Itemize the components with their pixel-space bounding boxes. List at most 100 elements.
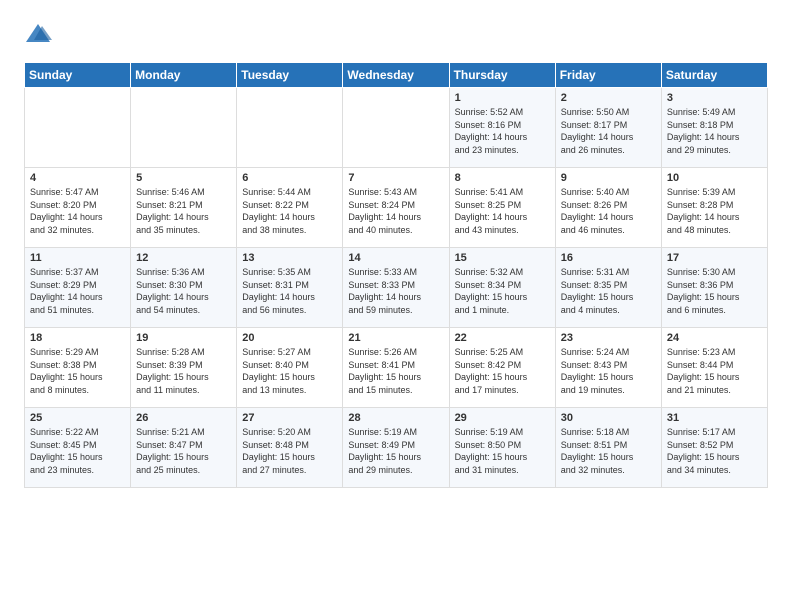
day-number: 8 bbox=[455, 172, 550, 184]
day-info: Sunrise: 5:28 AM Sunset: 8:39 PM Dayligh… bbox=[136, 346, 231, 396]
day-info: Sunrise: 5:39 AM Sunset: 8:28 PM Dayligh… bbox=[667, 186, 762, 236]
weekday-header-friday: Friday bbox=[555, 63, 661, 88]
day-info: Sunrise: 5:37 AM Sunset: 8:29 PM Dayligh… bbox=[30, 266, 125, 316]
weekday-header-monday: Monday bbox=[131, 63, 237, 88]
weekday-header-thursday: Thursday bbox=[449, 63, 555, 88]
calendar-cell bbox=[343, 88, 449, 168]
day-info: Sunrise: 5:19 AM Sunset: 8:49 PM Dayligh… bbox=[348, 426, 443, 476]
calendar-cell: 18 Sunrise: 5:29 AM Sunset: 8:38 PM Dayli… bbox=[25, 328, 131, 408]
calendar-cell: 23 Sunrise: 5:24 AM Sunset: 8:43 PM Dayli… bbox=[555, 328, 661, 408]
page-container: SundayMondayTuesdayWednesdayThursdayFrid… bbox=[0, 0, 792, 504]
calendar-week-row: 1 Sunrise: 5:52 AM Sunset: 8:16 PM Daylig… bbox=[25, 88, 768, 168]
day-number: 26 bbox=[136, 412, 231, 424]
calendar-week-row: 4 Sunrise: 5:47 AM Sunset: 8:20 PM Daylig… bbox=[25, 168, 768, 248]
day-info: Sunrise: 5:40 AM Sunset: 8:26 PM Dayligh… bbox=[561, 186, 656, 236]
day-info: Sunrise: 5:32 AM Sunset: 8:34 PM Dayligh… bbox=[455, 266, 550, 316]
weekday-header-wednesday: Wednesday bbox=[343, 63, 449, 88]
day-number: 1 bbox=[455, 92, 550, 104]
day-number: 4 bbox=[30, 172, 125, 184]
day-number: 25 bbox=[30, 412, 125, 424]
day-number: 21 bbox=[348, 332, 443, 344]
calendar-cell: 13Sunrise: 5:35 AM Sunset: 8:31 PM Dayli… bbox=[237, 248, 343, 328]
calendar-table: SundayMondayTuesdayWednesdayThursdayFrid… bbox=[24, 62, 768, 488]
day-info: Sunrise: 5:25 AM Sunset: 8:42 PM Dayligh… bbox=[455, 346, 550, 396]
calendar-cell: 28 Sunrise: 5:19 AM Sunset: 8:49 PM Dayli… bbox=[343, 408, 449, 488]
weekday-header-sunday: Sunday bbox=[25, 63, 131, 88]
day-info: Sunrise: 5:44 AM Sunset: 8:22 PM Dayligh… bbox=[242, 186, 337, 236]
day-info: Sunrise: 5:24 AM Sunset: 8:43 PM Dayligh… bbox=[561, 346, 656, 396]
day-number: 28 bbox=[348, 412, 443, 424]
day-number: 24 bbox=[667, 332, 762, 344]
day-info: Sunrise: 5:22 AM Sunset: 8:45 PM Dayligh… bbox=[30, 426, 125, 476]
calendar-cell: 22 Sunrise: 5:25 AM Sunset: 8:42 PM Dayli… bbox=[449, 328, 555, 408]
day-info: Sunrise: 5:18 AM Sunset: 8:51 PM Dayligh… bbox=[561, 426, 656, 476]
day-number: 5 bbox=[136, 172, 231, 184]
calendar-cell: 24 Sunrise: 5:23 AM Sunset: 8:44 PM Dayli… bbox=[661, 328, 767, 408]
day-info: Sunrise: 5:26 AM Sunset: 8:41 PM Dayligh… bbox=[348, 346, 443, 396]
calendar-cell: 21 Sunrise: 5:26 AM Sunset: 8:41 PM Dayli… bbox=[343, 328, 449, 408]
day-number: 9 bbox=[561, 172, 656, 184]
calendar-cell bbox=[237, 88, 343, 168]
weekday-header-saturday: Saturday bbox=[661, 63, 767, 88]
day-info: Sunrise: 5:23 AM Sunset: 8:44 PM Dayligh… bbox=[667, 346, 762, 396]
day-number: 16 bbox=[561, 252, 656, 264]
calendar-cell: 11 Sunrise: 5:37 AM Sunset: 8:29 PM Dayli… bbox=[25, 248, 131, 328]
calendar-cell: 31Sunrise: 5:17 AM Sunset: 8:52 PM Dayli… bbox=[661, 408, 767, 488]
day-number: 17 bbox=[667, 252, 762, 264]
day-info: Sunrise: 5:31 AM Sunset: 8:35 PM Dayligh… bbox=[561, 266, 656, 316]
day-info: Sunrise: 5:17 AM Sunset: 8:52 PM Dayligh… bbox=[667, 426, 762, 476]
day-number: 12 bbox=[136, 252, 231, 264]
calendar-cell: 12 Sunrise: 5:36 AM Sunset: 8:30 PM Dayli… bbox=[131, 248, 237, 328]
day-number: 3 bbox=[667, 92, 762, 104]
day-number: 13 bbox=[242, 252, 337, 264]
calendar-week-row: 11 Sunrise: 5:37 AM Sunset: 8:29 PM Dayli… bbox=[25, 248, 768, 328]
day-info: Sunrise: 5:47 AM Sunset: 8:20 PM Dayligh… bbox=[30, 186, 125, 236]
calendar-cell bbox=[131, 88, 237, 168]
calendar-cell: 15Sunrise: 5:32 AM Sunset: 8:34 PM Dayli… bbox=[449, 248, 555, 328]
day-info: Sunrise: 5:50 AM Sunset: 8:17 PM Dayligh… bbox=[561, 106, 656, 156]
day-number: 18 bbox=[30, 332, 125, 344]
day-info: Sunrise: 5:52 AM Sunset: 8:16 PM Dayligh… bbox=[455, 106, 550, 156]
day-number: 23 bbox=[561, 332, 656, 344]
calendar-cell: 8 Sunrise: 5:41 AM Sunset: 8:25 PM Daylig… bbox=[449, 168, 555, 248]
calendar-week-row: 18 Sunrise: 5:29 AM Sunset: 8:38 PM Dayli… bbox=[25, 328, 768, 408]
calendar-cell: 25 Sunrise: 5:22 AM Sunset: 8:45 PM Dayli… bbox=[25, 408, 131, 488]
calendar-cell: 27 Sunrise: 5:20 AM Sunset: 8:48 PM Dayli… bbox=[237, 408, 343, 488]
calendar-cell: 1 Sunrise: 5:52 AM Sunset: 8:16 PM Daylig… bbox=[449, 88, 555, 168]
day-info: Sunrise: 5:36 AM Sunset: 8:30 PM Dayligh… bbox=[136, 266, 231, 316]
logo-icon bbox=[24, 20, 52, 48]
calendar-cell: 10 Sunrise: 5:39 AM Sunset: 8:28 PM Dayli… bbox=[661, 168, 767, 248]
day-number: 7 bbox=[348, 172, 443, 184]
day-number: 30 bbox=[561, 412, 656, 424]
day-number: 19 bbox=[136, 332, 231, 344]
day-number: 20 bbox=[242, 332, 337, 344]
weekday-header-tuesday: Tuesday bbox=[237, 63, 343, 88]
calendar-cell: 14Sunrise: 5:33 AM Sunset: 8:33 PM Dayli… bbox=[343, 248, 449, 328]
day-info: Sunrise: 5:19 AM Sunset: 8:50 PM Dayligh… bbox=[455, 426, 550, 476]
calendar-cell: 30 Sunrise: 5:18 AM Sunset: 8:51 PM Dayli… bbox=[555, 408, 661, 488]
calendar-cell: 19 Sunrise: 5:28 AM Sunset: 8:39 PM Dayli… bbox=[131, 328, 237, 408]
day-number: 27 bbox=[242, 412, 337, 424]
day-info: Sunrise: 5:20 AM Sunset: 8:48 PM Dayligh… bbox=[242, 426, 337, 476]
day-info: Sunrise: 5:33 AM Sunset: 8:33 PM Dayligh… bbox=[348, 266, 443, 316]
calendar-cell: 3Sunrise: 5:49 AM Sunset: 8:18 PM Daylig… bbox=[661, 88, 767, 168]
calendar-cell: 26 Sunrise: 5:21 AM Sunset: 8:47 PM Dayli… bbox=[131, 408, 237, 488]
calendar-cell: 7Sunrise: 5:43 AM Sunset: 8:24 PM Daylig… bbox=[343, 168, 449, 248]
day-info: Sunrise: 5:29 AM Sunset: 8:38 PM Dayligh… bbox=[30, 346, 125, 396]
day-number: 11 bbox=[30, 252, 125, 264]
day-number: 29 bbox=[455, 412, 550, 424]
calendar-week-row: 25 Sunrise: 5:22 AM Sunset: 8:45 PM Dayli… bbox=[25, 408, 768, 488]
calendar-cell bbox=[25, 88, 131, 168]
day-info: Sunrise: 5:30 AM Sunset: 8:36 PM Dayligh… bbox=[667, 266, 762, 316]
day-info: Sunrise: 5:41 AM Sunset: 8:25 PM Dayligh… bbox=[455, 186, 550, 236]
calendar-cell: 6 Sunrise: 5:44 AM Sunset: 8:22 PM Daylig… bbox=[237, 168, 343, 248]
calendar-cell: 5Sunrise: 5:46 AM Sunset: 8:21 PM Daylig… bbox=[131, 168, 237, 248]
calendar-cell: 9 Sunrise: 5:40 AM Sunset: 8:26 PM Daylig… bbox=[555, 168, 661, 248]
day-number: 6 bbox=[242, 172, 337, 184]
day-number: 22 bbox=[455, 332, 550, 344]
day-info: Sunrise: 5:21 AM Sunset: 8:47 PM Dayligh… bbox=[136, 426, 231, 476]
calendar-cell: 17 Sunrise: 5:30 AM Sunset: 8:36 PM Dayli… bbox=[661, 248, 767, 328]
day-number: 2 bbox=[561, 92, 656, 104]
day-number: 10 bbox=[667, 172, 762, 184]
calendar-cell: 29 Sunrise: 5:19 AM Sunset: 8:50 PM Dayli… bbox=[449, 408, 555, 488]
